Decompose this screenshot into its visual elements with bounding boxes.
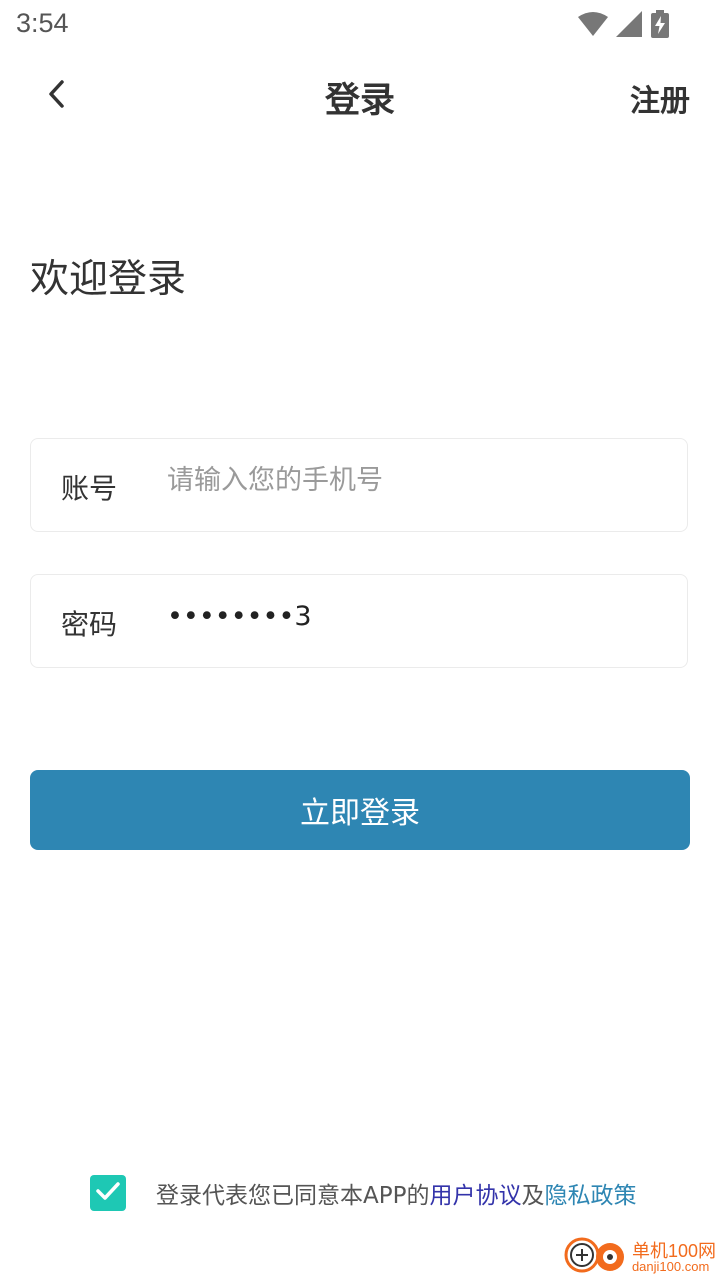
- watermark-sub: danji100.com: [631, 1258, 710, 1274]
- account-field: 账号: [30, 438, 688, 532]
- agreement-checkbox[interactable]: [90, 1175, 126, 1211]
- account-label: 账号: [61, 472, 118, 505]
- watermark-main: 单机100网: [631, 1240, 716, 1261]
- check-icon: [95, 1180, 121, 1206]
- agreement-prefix: 登录代表您已同意本APP的: [156, 1183, 430, 1209]
- agreement-text: 登录代表您已同意本APP的用户协议及隐私政策: [156, 1176, 636, 1210]
- status-time: 3:54: [16, 8, 69, 38]
- register-link[interactable]: 注册: [630, 76, 690, 120]
- watermark: 单机100网 danji100.com: [564, 1236, 716, 1278]
- agreement-conjunction: 及: [521, 1183, 545, 1209]
- password-field: 密码 ••••••••3: [30, 574, 688, 668]
- user-agreement-link[interactable]: 用户协议: [429, 1183, 521, 1209]
- privacy-policy-link[interactable]: 隐私政策: [544, 1183, 636, 1209]
- password-label: 密码: [61, 608, 118, 641]
- wifi-icon: [578, 11, 608, 41]
- nav-bar: 登录 注册: [0, 60, 720, 134]
- watermark-text: 单机100网 danji100.com: [632, 1242, 716, 1273]
- password-input[interactable]: ••••••••3: [167, 601, 647, 632]
- status-icons: [578, 10, 670, 42]
- page-title: 登录: [324, 81, 395, 121]
- status-bar: 3:54: [0, 0, 720, 50]
- battery-charging-icon: [650, 10, 670, 42]
- login-button[interactable]: 立即登录: [30, 770, 690, 850]
- signal-icon: [616, 11, 642, 41]
- welcome-heading: 欢迎登录: [30, 257, 187, 302]
- account-input[interactable]: [167, 465, 647, 496]
- agreement-row: 登录代表您已同意本APP的用户协议及隐私政策: [90, 1174, 636, 1212]
- watermark-logo-icon: [564, 1235, 628, 1279]
